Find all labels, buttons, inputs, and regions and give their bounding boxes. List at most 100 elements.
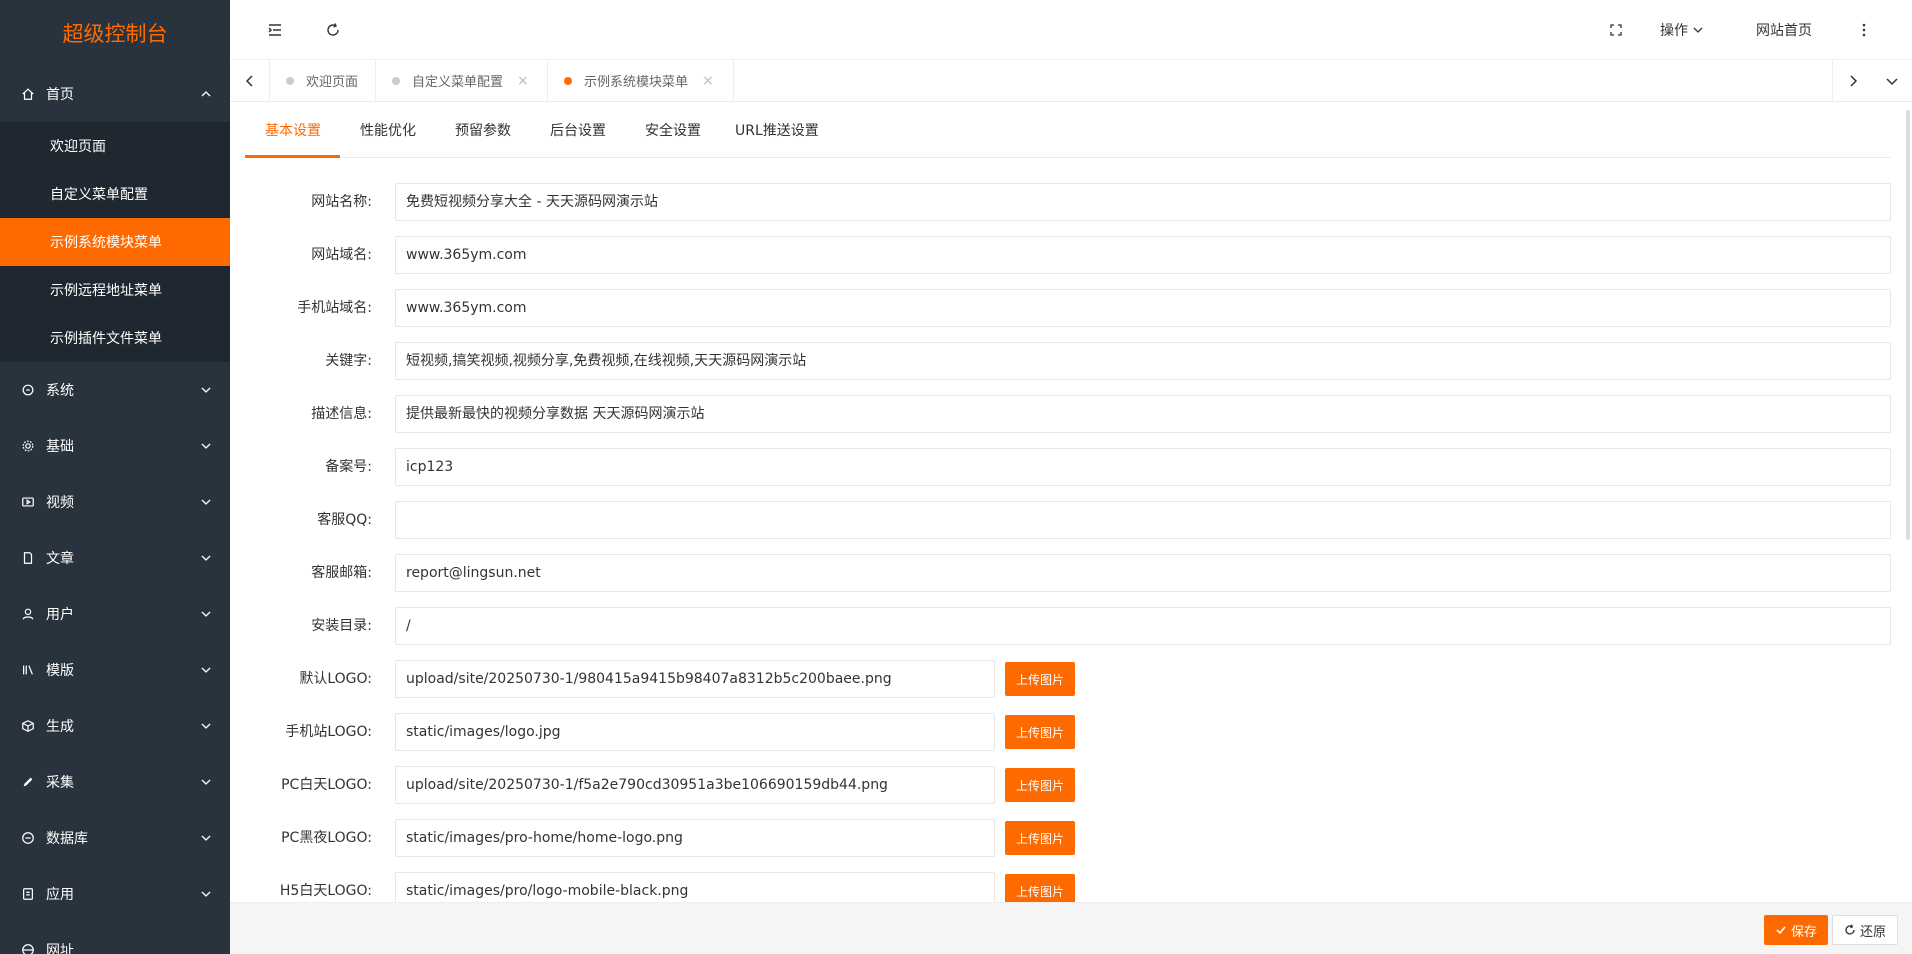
keywords-label: 关键字: — [325, 353, 372, 369]
sidebar-item-app[interactable]: 应用 — [0, 866, 230, 922]
tab-system-module[interactable]: 示例系统模块菜单 × — [548, 60, 734, 101]
menu-toggle-button[interactable] — [267, 18, 283, 42]
sidebar-item-database[interactable]: 数据库 — [0, 810, 230, 866]
tab-label: 自定义菜单配置 — [412, 75, 504, 90]
sidebar-item-label: 用户 — [46, 607, 74, 623]
mobile-logo-input[interactable]: static/images/logo.jpg — [395, 713, 995, 751]
tab-performance[interactable]: 性能优化 — [360, 102, 416, 158]
tab-security-settings[interactable]: 安全设置 — [645, 102, 701, 158]
brand-title: 超级控制台 — [62, 22, 168, 46]
icp-input[interactable]: icp123 — [395, 448, 1891, 486]
tab-welcome[interactable]: 欢迎页面 — [270, 60, 376, 101]
sidebar-item-system[interactable]: 系统 — [0, 362, 230, 418]
site-home-link[interactable]: 网站首页 — [1756, 18, 1812, 42]
sidebar: 超级控制台 首页 欢迎页面 自定义菜单配置 示例系统模块菜单 示例远程地址菜单 … — [0, 0, 230, 954]
sidebar-item-label: 视频 — [46, 495, 74, 511]
upload-image-button[interactable]: 上传图片 — [1005, 715, 1075, 749]
system-icon — [20, 382, 36, 398]
chevron-right-icon — [1849, 74, 1857, 87]
sidebar-subitem-system-module[interactable]: 示例系统模块菜单 — [0, 218, 230, 266]
sidebar-item-basic[interactable]: 基础 — [0, 418, 230, 474]
icp-label: 备案号: — [325, 459, 372, 475]
settings-content: 基本设置 性能优化 预留参数 后台设置 安全设置 URL推送设置 网站名称: 免… — [245, 102, 1891, 910]
menu-fold-icon — [268, 24, 281, 36]
tab-reserved-params[interactable]: 预留参数 — [455, 102, 511, 158]
sidebar-item-label: 系统 — [46, 383, 74, 399]
sidebar-subitem-welcome[interactable]: 欢迎页面 — [0, 122, 230, 170]
tab-close-icon[interactable]: × — [517, 73, 529, 89]
sidebar-item-label: 网址 — [46, 943, 74, 954]
upload-image-button[interactable]: 上传图片 — [1005, 768, 1075, 802]
default-logo-label: 默认LOGO: — [299, 671, 372, 687]
form-row-pc-day-logo: PC白天LOGO: upload/site/20250730-1/f5a2e79… — [245, 766, 1891, 804]
default-logo-input[interactable]: upload/site/20250730-1/980415a9415b98407… — [395, 660, 995, 698]
tab-url-push-settings[interactable]: URL推送设置 — [735, 102, 819, 158]
pc-night-logo-input[interactable]: static/images/pro-home/home-logo.png — [395, 819, 995, 857]
qq-label: 客服QQ: — [317, 512, 372, 528]
more-vertical-icon — [1862, 23, 1866, 37]
operate-label: 操作 — [1660, 23, 1688, 39]
sidebar-item-collect[interactable]: 采集 — [0, 754, 230, 810]
restore-icon — [1845, 924, 1855, 935]
sidebar-item-home[interactable]: 首页 — [0, 66, 230, 122]
keywords-input[interactable]: 短视频,搞笑视频,视频分享,免费视频,在线视频,天天源码网演示站 — [395, 342, 1891, 380]
description-label: 描述信息: — [311, 406, 372, 422]
tab-close-icon[interactable]: × — [702, 73, 714, 89]
sidebar-item-label: 采集 — [46, 775, 74, 791]
chevron-down-icon — [201, 835, 211, 841]
description-input[interactable]: 提供最新最快的视频分享数据 天天源码网演示站 — [395, 395, 1891, 433]
operate-dropdown[interactable]: 操作 — [1660, 18, 1704, 42]
save-button[interactable]: 保存 — [1764, 915, 1828, 945]
globe-icon — [20, 942, 36, 954]
tab-custom-menu[interactable]: 自定义菜单配置 × — [376, 60, 548, 101]
sidebar-item-template[interactable]: 模版 — [0, 642, 230, 698]
sidebar-item-label: 基础 — [46, 439, 74, 455]
mobile-domain-label: 手机站域名: — [297, 300, 372, 316]
more-button[interactable] — [1856, 18, 1872, 42]
form-row-icp: 备案号: icp123 — [245, 448, 1891, 486]
fullscreen-button[interactable] — [1608, 18, 1624, 42]
sidebar-subitem-plugin-file[interactable]: 示例插件文件菜单 — [0, 314, 230, 362]
form-row-description: 描述信息: 提供最新最快的视频分享数据 天天源码网演示站 — [245, 395, 1891, 433]
chevron-down-icon — [201, 555, 211, 561]
active-tab-indicator — [245, 155, 340, 158]
email-label: 客服邮箱: — [311, 565, 372, 581]
home-icon — [20, 86, 36, 102]
form-row-email: 客服邮箱: report@lingsun.net — [245, 554, 1891, 592]
tabs-dropdown-button[interactable] — [1872, 60, 1912, 101]
save-label: 保存 — [1790, 924, 1817, 940]
mobile-domain-input[interactable]: www.365ym.com — [395, 289, 1891, 327]
chevron-down-icon — [201, 387, 211, 393]
site-domain-input[interactable]: www.365ym.com — [395, 236, 1891, 274]
sidebar-item-article[interactable]: 文章 — [0, 530, 230, 586]
scrollbar-thumb[interactable] — [1906, 110, 1910, 540]
sidebar-subitem-custom-menu[interactable]: 自定义菜单配置 — [0, 170, 230, 218]
sidebar-subitem-remote-url[interactable]: 示例远程地址菜单 — [0, 266, 230, 314]
sidebar-item-video[interactable]: 视频 — [0, 474, 230, 530]
email-input[interactable]: report@lingsun.net — [395, 554, 1891, 592]
upload-image-button[interactable]: 上传图片 — [1005, 821, 1075, 855]
sidebar-item-user[interactable]: 用户 — [0, 586, 230, 642]
pc-day-logo-input[interactable]: upload/site/20250730-1/f5a2e790cd30951a3… — [395, 766, 995, 804]
qq-input[interactable] — [395, 501, 1891, 539]
sidebar-item-url[interactable]: 网址 — [0, 922, 230, 954]
tabs-scroll-left-button[interactable] — [230, 60, 270, 101]
install-dir-input[interactable]: / — [395, 607, 1891, 645]
refresh-button[interactable] — [325, 18, 341, 42]
page-tabs: 欢迎页面 自定义菜单配置 × 示例系统模块菜单 × — [230, 60, 1912, 102]
submenu-home: 欢迎页面 自定义菜单配置 示例系统模块菜单 示例远程地址菜单 示例插件文件菜单 — [0, 122, 230, 362]
form-row-site-name: 网站名称: 免费短视频分享大全 - 天天源码网演示站 — [245, 183, 1891, 221]
chevron-down-icon — [201, 891, 211, 897]
form-row-default-logo: 默认LOGO: upload/site/20250730-1/980415a94… — [245, 660, 1891, 698]
form-row-install-dir: 安装目录: / — [245, 607, 1891, 645]
site-name-input[interactable]: 免费短视频分享大全 - 天天源码网演示站 — [395, 183, 1891, 221]
upload-image-button[interactable]: 上传图片 — [1005, 662, 1075, 696]
check-icon — [1776, 926, 1786, 935]
refresh-icon — [327, 23, 339, 36]
sidebar-item-generate[interactable]: 生成 — [0, 698, 230, 754]
tab-basic-settings[interactable]: 基本设置 — [265, 102, 321, 158]
restore-button[interactable]: 还原 — [1832, 915, 1898, 945]
tabs-scroll-right-button[interactable] — [1832, 60, 1872, 101]
gear-icon — [20, 438, 36, 454]
tab-admin-settings[interactable]: 后台设置 — [550, 102, 606, 158]
